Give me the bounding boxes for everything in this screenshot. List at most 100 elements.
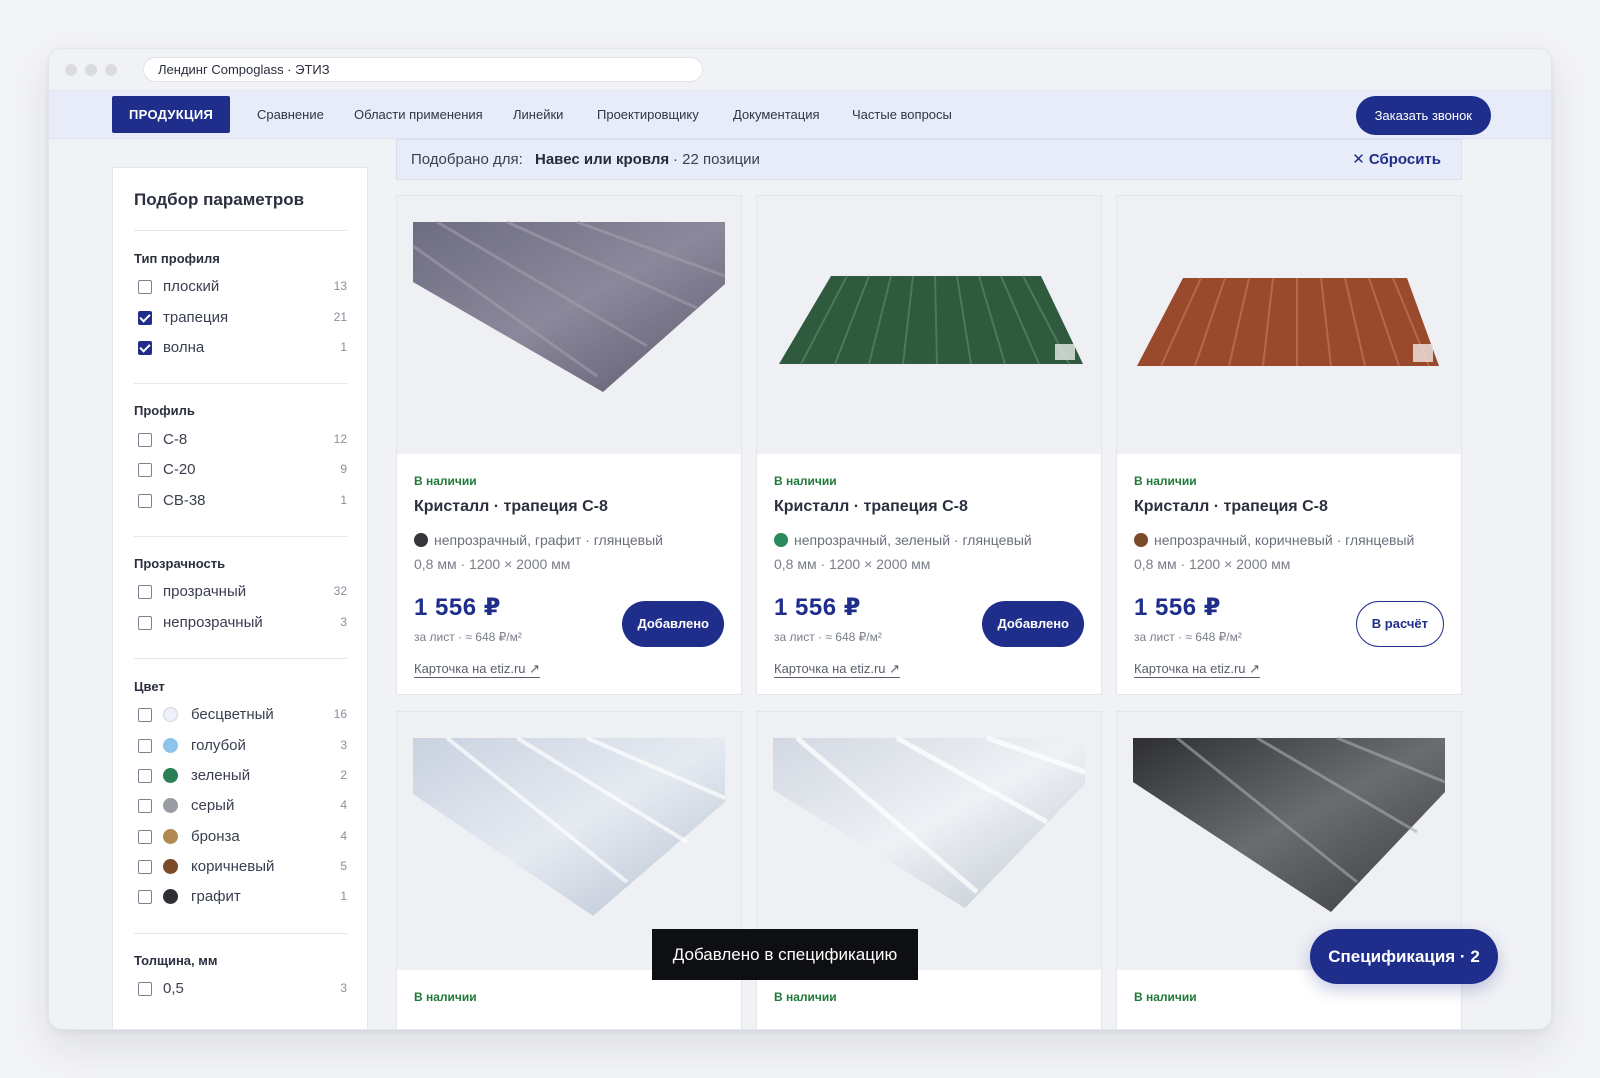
filter-option[interactable]: прозрачный 32: [134, 581, 347, 603]
option-label: С-20: [163, 461, 196, 478]
checkbox[interactable]: [138, 769, 152, 783]
nav-link-docs[interactable]: Документация: [733, 91, 820, 139]
close-dot-icon[interactable]: [65, 64, 77, 76]
filter-option[interactable]: 0,5 3: [134, 978, 347, 1000]
filter-option[interactable]: трапеция 21: [134, 307, 347, 329]
nav-products[interactable]: ПРОДУКЦИЯ: [112, 96, 231, 133]
option-label: С-8: [163, 431, 188, 448]
add-to-calc-button[interactable]: В расчёт: [1355, 601, 1444, 647]
color-swatch-icon: [163, 859, 178, 874]
nav-link-designers[interactable]: Проектировщику: [597, 91, 699, 139]
filter-option-color[interactable]: бронза 4: [134, 826, 347, 848]
price: 1 556 ₽: [414, 594, 501, 621]
added-button[interactable]: Добавлено: [982, 601, 1084, 647]
maximize-dot-icon[interactable]: [105, 64, 117, 76]
divider: [134, 536, 347, 537]
option-count: 12: [333, 432, 347, 446]
nav-link-lines[interactable]: Линейки: [513, 91, 563, 139]
checkbox[interactable]: [138, 890, 152, 904]
specification-button[interactable]: Спецификация · 2: [1310, 929, 1498, 984]
nav-link-comparison[interactable]: Сравнение: [257, 91, 324, 139]
color-swatch-icon: [163, 889, 178, 904]
option-count: 32: [333, 584, 347, 598]
option-label: СВ-38: [163, 492, 206, 509]
option-count: 4: [340, 829, 347, 843]
stock-status: В наличии: [1134, 990, 1197, 1004]
checkbox[interactable]: [138, 799, 152, 813]
option-count: 3: [340, 738, 347, 752]
nav-link-applications[interactable]: Области применения: [354, 91, 483, 139]
top-nav: ПРОДУКЦИЯ Сравнение Области применения Л…: [49, 91, 1551, 139]
close-icon: ✕: [1352, 151, 1365, 168]
product-image: [757, 196, 1101, 454]
price: 1 556 ₽: [774, 594, 861, 621]
product-spec: непрозрачный, зеленый · глянцевый: [774, 532, 1032, 548]
checkbox[interactable]: [138, 585, 152, 599]
filter-option-color[interactable]: голубой 3: [134, 735, 347, 757]
main-content: Подбор параметров Тип профиля плоский 13 …: [49, 139, 1551, 1029]
option-count: 2: [340, 768, 347, 782]
filter-option[interactable]: волна 1: [134, 337, 347, 359]
filter-option-color[interactable]: зеленый 2: [134, 765, 347, 787]
checkbox-checked[interactable]: [138, 341, 152, 355]
filter-value: Навес или кровля: [535, 151, 670, 168]
product-link[interactable]: Карточка на etiz.ru ↗: [414, 661, 541, 678]
toast-notification: Добавлено в спецификацию: [652, 929, 918, 980]
product-dims: 0,8 мм · 1200 × 2000 мм: [414, 556, 571, 572]
checkbox[interactable]: [138, 830, 152, 844]
filter-option[interactable]: С-8 12: [134, 429, 347, 451]
filter-option-color[interactable]: серый 4: [134, 795, 347, 817]
option-count: 13: [333, 279, 347, 293]
option-label: плоский: [163, 278, 220, 295]
color-dot-icon: [774, 533, 788, 547]
spec-text: непрозрачный, зеленый · глянцевый: [794, 532, 1032, 548]
product-card[interactable]: В наличии Кристалл · трапеция С-8 непроз…: [756, 195, 1102, 695]
checkbox[interactable]: [138, 860, 152, 874]
stock-status: В наличии: [774, 990, 837, 1004]
product-link[interactable]: Карточка на etiz.ru ↗: [774, 661, 901, 678]
divider: [134, 230, 347, 231]
filter-option[interactable]: непрозрачный 3: [134, 612, 347, 634]
filter-option-color[interactable]: коричневый 5: [134, 856, 347, 878]
filter-option-color[interactable]: графит 1: [134, 886, 347, 908]
checkbox[interactable]: [138, 708, 152, 722]
color-swatch-icon: [163, 798, 178, 813]
request-call-button[interactable]: Заказать звонок: [1355, 96, 1491, 135]
minimize-dot-icon[interactable]: [85, 64, 97, 76]
option-count: 1: [340, 493, 347, 507]
checkbox[interactable]: [138, 616, 152, 630]
color-dot-icon: [1134, 533, 1148, 547]
address-bar[interactable]: Лендинг Compoglass · ЭТИЗ: [143, 57, 703, 82]
title-bar: Лендинг Compoglass · ЭТИЗ: [49, 49, 1551, 91]
filter-option[interactable]: СВ-38 1: [134, 490, 347, 512]
checkbox[interactable]: [138, 433, 152, 447]
color-swatch-icon: [163, 707, 178, 722]
checkbox[interactable]: [138, 280, 152, 294]
product-card[interactable]: В наличии Кристалл · трапеция С-8 непроз…: [1116, 195, 1462, 695]
applied-filter-bar: Подобрано для: Навес или кровля · 22 поз…: [396, 139, 1462, 180]
checkbox[interactable]: [138, 739, 152, 753]
filter-option-color[interactable]: бесцветный 16: [134, 704, 347, 726]
checkbox[interactable]: [138, 982, 152, 996]
product-card[interactable]: В наличии: [396, 711, 742, 1029]
checkbox[interactable]: [138, 494, 152, 508]
sidebar-title: Подбор параметров: [134, 190, 305, 209]
filter-option[interactable]: плоский 13: [134, 276, 347, 298]
checkbox-checked[interactable]: [138, 311, 152, 325]
group-title-profile: Профиль: [134, 403, 195, 418]
reset-button[interactable]: ✕ Сбросить: [1352, 140, 1441, 179]
divider: [134, 658, 347, 659]
checkbox[interactable]: [138, 463, 152, 477]
option-count: 3: [340, 981, 347, 995]
product-card[interactable]: В наличии: [756, 711, 1102, 1029]
option-label: зеленый: [191, 767, 251, 784]
added-button[interactable]: Добавлено: [622, 601, 724, 647]
filter-option[interactable]: С-20 9: [134, 459, 347, 481]
product-card[interactable]: В наличии Кристалл · трапеция С-8 непроз…: [396, 195, 742, 695]
nav-link-faq[interactable]: Частые вопросы: [852, 91, 952, 139]
group-title-transparency: Прозрачность: [134, 556, 226, 571]
product-image: [397, 196, 741, 454]
option-count: 3: [340, 615, 347, 629]
group-title-profile-type: Тип профиля: [134, 251, 220, 266]
product-link[interactable]: Карточка на etiz.ru ↗: [1134, 661, 1261, 678]
